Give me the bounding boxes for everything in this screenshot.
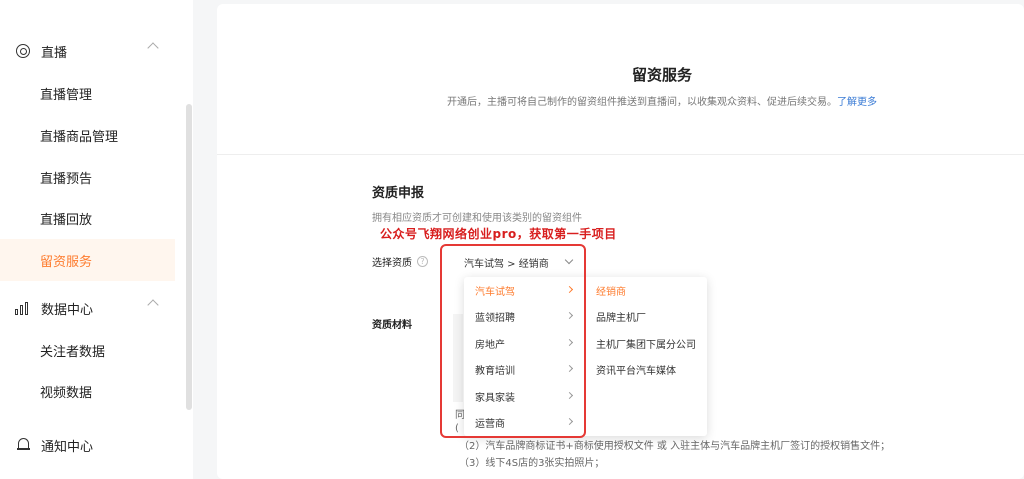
learn-more-link[interactable]: 了解更多 xyxy=(837,97,877,108)
category-option-label: 房地产 xyxy=(475,339,505,351)
chevron-up-icon xyxy=(147,42,159,54)
qualification-select[interactable]: 汽车试驾 > 经销商 xyxy=(454,251,580,273)
sub-option[interactable]: 主机厂集团下属分公司 xyxy=(586,330,707,356)
qualification-cascader: 汽车试驾 蓝领招聘 房地产 教育培训 家具家装 运营商 经销商 品牌主机厂 主机… xyxy=(464,277,707,436)
help-icon[interactable]: ? xyxy=(417,256,428,267)
bell-icon xyxy=(14,436,32,454)
live-circle-icon xyxy=(14,42,32,60)
upload-area[interactable] xyxy=(453,314,463,402)
sidebar-item-live-replay[interactable]: 直播回放 xyxy=(0,197,175,239)
sidebar-item-live-manage[interactable]: 直播管理 xyxy=(0,72,175,114)
category-option-label: 家具家装 xyxy=(475,392,515,404)
page-description-text: 开通后，主播可将自己制作的留资组件推送到直播间，以收集观众资料、促进后续交易。 xyxy=(447,97,837,108)
category-option-label: 蓝领招聘 xyxy=(475,312,515,324)
sub-option[interactable]: 资讯平台汽车媒体 xyxy=(586,356,707,382)
bar-chart-icon xyxy=(14,299,32,317)
chevron-right-icon xyxy=(565,285,574,294)
category-option-label: 教育培训 xyxy=(475,365,515,377)
chevron-up-icon xyxy=(147,299,159,311)
material-note-2: （2）汽车品牌商标证书+商标使用授权文件 或 入驻主体与汽车品牌主机厂签订的授权… xyxy=(459,441,891,452)
nav-group-live[interactable]: 直播 xyxy=(0,30,175,72)
material-note-3: （3）线下4S店的3张实拍照片； xyxy=(459,458,605,469)
nav-group-data-center[interactable]: 数据中心 xyxy=(0,287,175,329)
category-option[interactable]: 蓝领招聘 xyxy=(464,303,584,329)
page-description: 开通后，主播可将自己制作的留资组件推送到直播间，以收集观众资料、促进后续交易。了… xyxy=(217,93,1024,108)
sub-option[interactable]: 经销商 xyxy=(586,277,707,303)
category-option[interactable]: 家具家装 xyxy=(464,383,584,409)
category-column: 汽车试驾 蓝领招聘 房地产 教育培训 家具家装 运营商 xyxy=(464,277,584,436)
chevron-right-icon xyxy=(565,311,574,320)
chevron-right-icon xyxy=(565,391,574,400)
category-option-label: 汽车试驾 xyxy=(475,286,515,298)
sidebar-item-video-data[interactable]: 视频数据 xyxy=(0,370,175,412)
page-title: 留资服务 xyxy=(631,66,692,84)
sidebar-item-follower-data[interactable]: 关注者数据 xyxy=(0,329,175,371)
chevron-down-icon xyxy=(564,255,574,265)
nav-group-label: 直播 xyxy=(41,45,68,61)
sub-option[interactable]: 品牌主机厂 xyxy=(586,303,707,329)
nav-group-notifications[interactable]: 通知中心 xyxy=(0,424,175,466)
sidebar-scrollbar[interactable] xyxy=(186,104,192,410)
chevron-right-icon xyxy=(565,338,574,347)
section-description: 拥有相应资质才可创建和使用该类别的留资组件 xyxy=(372,213,582,224)
category-option[interactable]: 运营商 xyxy=(464,409,584,435)
category-option[interactable]: 汽车试驾 xyxy=(464,277,584,303)
sidebar-item-live-preview[interactable]: 直播预告 xyxy=(0,156,175,198)
qualification-label-text: 选择资质 xyxy=(372,258,412,269)
nav-group-label: 数据中心 xyxy=(41,302,94,318)
qualification-label: 选择资质 ? xyxy=(372,254,428,269)
qualification-select-value: 汽车试驾 > 经销商 xyxy=(464,258,549,270)
sidebar-item-lead-service[interactable]: 留资服务 xyxy=(0,239,175,281)
sub-option-column: 经销商 品牌主机厂 主机厂集团下属分公司 资讯平台汽车媒体 xyxy=(586,277,707,436)
materials-label: 资质材料 xyxy=(372,320,412,331)
sidebar: 直播 直播管理 直播商品管理 直播预告 直播回放 留资服务 数据中心 关注者数据… xyxy=(0,0,193,479)
sidebar-item-live-products[interactable]: 直播商品管理 xyxy=(0,114,175,156)
chevron-right-icon xyxy=(565,417,574,426)
chevron-right-icon xyxy=(565,364,574,373)
watermark-text: 公众号飞翔网络创业pro，获取第一手项目 xyxy=(380,227,617,241)
category-option[interactable]: 房地产 xyxy=(464,330,584,356)
agreement-text-2: ( xyxy=(455,423,459,434)
category-option-label: 运营商 xyxy=(475,418,505,430)
category-option[interactable]: 教育培训 xyxy=(464,356,584,382)
section-title: 资质申报 xyxy=(372,186,425,201)
nav-group-label: 通知中心 xyxy=(41,439,94,455)
divider xyxy=(217,154,1024,155)
